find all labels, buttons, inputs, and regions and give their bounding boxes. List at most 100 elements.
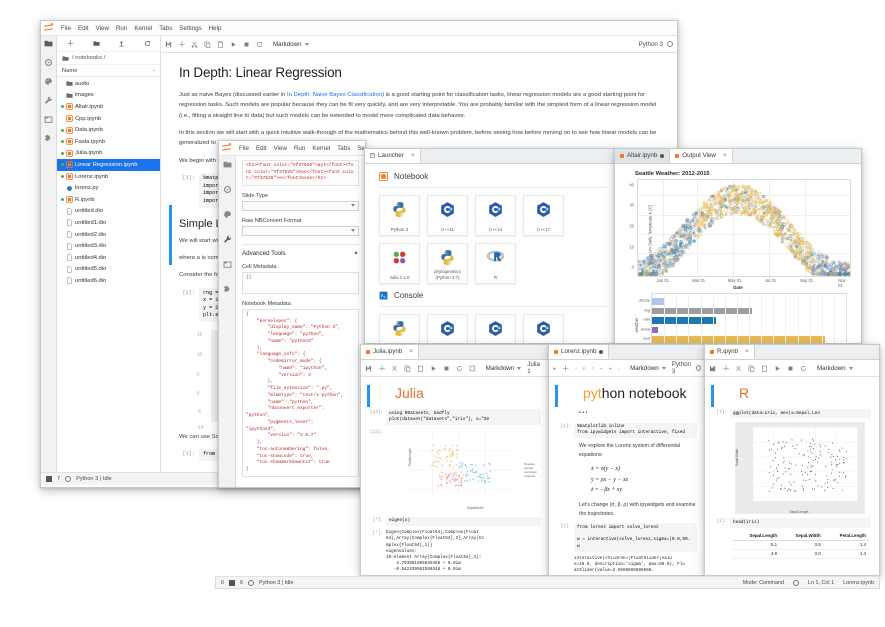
menu-kernel[interactable]: Kernel <box>134 25 152 32</box>
launcher-card[interactable]: C++14 <box>475 314 516 343</box>
tab-r-notebook[interactable]: R.ipynb × <box>705 345 755 359</box>
running-terminals-icon[interactable] <box>44 58 53 67</box>
file-list-item[interactable]: Cpp.ipynb <box>57 113 160 125</box>
restart-kernel-icon[interactable] <box>456 365 463 372</box>
cell-type-select[interactable]: Markdown <box>486 365 522 372</box>
upload-icon[interactable] <box>118 40 125 47</box>
launcher-card[interactable]: R <box>475 243 516 284</box>
wrench-icon[interactable] <box>223 235 232 244</box>
r-code-cell-2[interactable]: [1]: head(iris) <box>713 518 871 528</box>
file-list-item[interactable]: Julia.ipynb <box>57 148 160 160</box>
menu-run[interactable]: Run <box>116 25 127 32</box>
menu-kernel[interactable]: Kernel <box>312 145 330 152</box>
restart-kernel-icon[interactable] <box>800 365 807 372</box>
r-code-cell-1[interactable]: [7]: ggplot(data=iris, aes(x=Sepal.Len <box>713 409 871 419</box>
file-list-item[interactable]: lorenz.py <box>57 182 160 194</box>
open-tabs-icon[interactable] <box>44 115 53 124</box>
file-list-header[interactable]: Name - <box>57 65 160 77</box>
cell-type-select[interactable]: Markdown <box>817 365 853 372</box>
menu-help[interactable]: Help <box>209 25 222 32</box>
file-list-item[interactable]: Lorenz.ipynb <box>57 171 160 183</box>
raw-nbconvert-format-select[interactable] <box>242 225 359 236</box>
r-notebook-content[interactable]: R [7]: ggplot(data=iris, aes(x=Sepal.Len… <box>705 377 879 575</box>
cell-source[interactable]: using RDatasets, Gadfly plot(dataset("da… <box>386 409 541 425</box>
file-list-item[interactable]: untitled4.dio <box>57 252 160 264</box>
lorenz-code-cell-1[interactable]: [1]: %matplotlib inline from ipywidgets … <box>557 422 697 439</box>
launcher-card[interactable]: Julia 1.1.0 <box>379 243 420 284</box>
run-cell-icon[interactable] <box>430 365 437 372</box>
file-list-item[interactable]: R.ipynb <box>57 194 160 206</box>
file-list-item[interactable]: untitled5.dio <box>57 264 160 276</box>
palette-icon[interactable] <box>44 77 53 86</box>
open-tabs-icon[interactable] <box>223 260 232 269</box>
naive-bayes-link[interactable]: In Depth: Naive Bayes Classification <box>287 92 382 98</box>
close-icon[interactable]: × <box>741 348 749 355</box>
folder-icon[interactable] <box>44 39 53 48</box>
slide-type-select[interactable] <box>242 200 359 211</box>
stop-kernel-icon[interactable] <box>787 365 794 372</box>
menu-edit[interactable]: Edit <box>256 145 267 152</box>
extension-puzzle-icon[interactable] <box>223 285 232 294</box>
file-list-item[interactable]: Altair.ipynb <box>57 101 160 113</box>
launcher-card[interactable]: Python 3 <box>379 314 420 343</box>
cut-icon[interactable] <box>191 41 198 48</box>
insert-cell-icon[interactable]: ＋ <box>378 364 386 372</box>
run-cell-icon[interactable] <box>600 365 603 372</box>
cut-icon[interactable] <box>735 365 742 372</box>
paste-icon[interactable] <box>417 365 424 372</box>
paste-icon[interactable] <box>761 365 768 372</box>
cell-html-snippet[interactable]: <h1><font color="#f37626">pyt</font><fon… <box>242 160 359 186</box>
paste-icon[interactable] <box>217 40 224 48</box>
launcher-card[interactable]: C++11 <box>427 314 468 343</box>
kernel-status[interactable]: Python 3 <box>639 41 673 48</box>
lorenz-code-cell-2[interactable]: [2]: from lorenz import solve_lorenz w =… <box>557 523 697 552</box>
file-list-item[interactable]: Linear Regression.ipynb <box>57 159 160 171</box>
cell-source[interactable]: %matplotlib inline from ipywidgets impor… <box>574 422 697 439</box>
copy-icon[interactable] <box>204 41 211 48</box>
file-list-item[interactable]: untitled.dio <box>57 206 160 218</box>
launcher-card[interactable]: Python 3 <box>379 195 420 236</box>
file-list-item[interactable]: untitled1.dio <box>57 217 160 229</box>
menu-view[interactable]: View <box>96 25 109 32</box>
cursor-position[interactable]: Ln 1, Col 1 <box>808 580 834 586</box>
close-icon[interactable]: × <box>719 152 727 159</box>
file-list-item[interactable]: Data.ipynb <box>57 124 160 136</box>
tab-launcher[interactable]: Launcher × <box>365 149 421 163</box>
cell-type-select[interactable]: Markdown <box>630 365 666 372</box>
file-list-item[interactable]: Fasta.ipynb <box>57 136 160 148</box>
menu-run[interactable]: Run <box>294 145 305 152</box>
advanced-tools-header[interactable]: Advanced Tools ▲ <box>242 243 359 257</box>
insert-cell-icon[interactable]: ＋ <box>562 364 570 372</box>
file-list-item[interactable]: audio <box>57 78 160 90</box>
julia-code-cell-1[interactable]: [13]: using RDatasets, Gadfly plot(datas… <box>369 409 541 425</box>
refresh-icon[interactable] <box>144 40 151 47</box>
paste-icon[interactable] <box>592 365 595 372</box>
cell-type-select[interactable]: Markdown <box>273 41 309 48</box>
lorenz-notebook-content[interactable]: python notebook • • • [1]: %matplotlib i… <box>549 377 705 575</box>
copy-icon[interactable] <box>583 365 586 372</box>
launcher-card[interactable]: phylogenetics (Python 3.7) <box>427 243 468 284</box>
file-list-item[interactable]: images <box>57 90 160 102</box>
menu-file[interactable]: File <box>61 25 71 32</box>
restart-kernel-icon[interactable] <box>617 365 621 372</box>
run-cell-icon[interactable] <box>230 41 237 48</box>
tab-altair-notebook[interactable]: Altair.ipynb <box>615 149 671 163</box>
kernel-status[interactable]: Julia 1 <box>527 361 545 375</box>
stop-kernel-icon[interactable] <box>443 365 450 372</box>
restart-kernel-icon[interactable] <box>256 41 263 48</box>
cut-icon[interactable] <box>575 365 578 372</box>
launcher-card[interactable]: C++14 <box>475 195 516 236</box>
julia-code-cell-2[interactable]: [*]: eigen(x) <box>369 516 541 527</box>
cell-source[interactable]: ggplot(data=iris, aes(x=Sepal.Len <box>730 409 871 419</box>
new-folder-icon[interactable] <box>93 40 100 47</box>
run-cell-icon[interactable] <box>774 365 781 372</box>
palette-icon[interactable] <box>223 210 232 219</box>
close-icon[interactable]: × <box>405 348 413 355</box>
tab-julia-notebook[interactable]: Julia.ipynb × <box>361 345 420 359</box>
running-terminals-icon[interactable] <box>223 185 232 194</box>
file-list-item[interactable]: untitled2.dio <box>57 229 160 241</box>
launcher-card[interactable]: C++17 <box>523 314 564 343</box>
stop-kernel-icon[interactable] <box>609 365 612 372</box>
insert-cell-icon[interactable]: ＋ <box>722 364 730 372</box>
folder-icon[interactable] <box>223 160 232 169</box>
